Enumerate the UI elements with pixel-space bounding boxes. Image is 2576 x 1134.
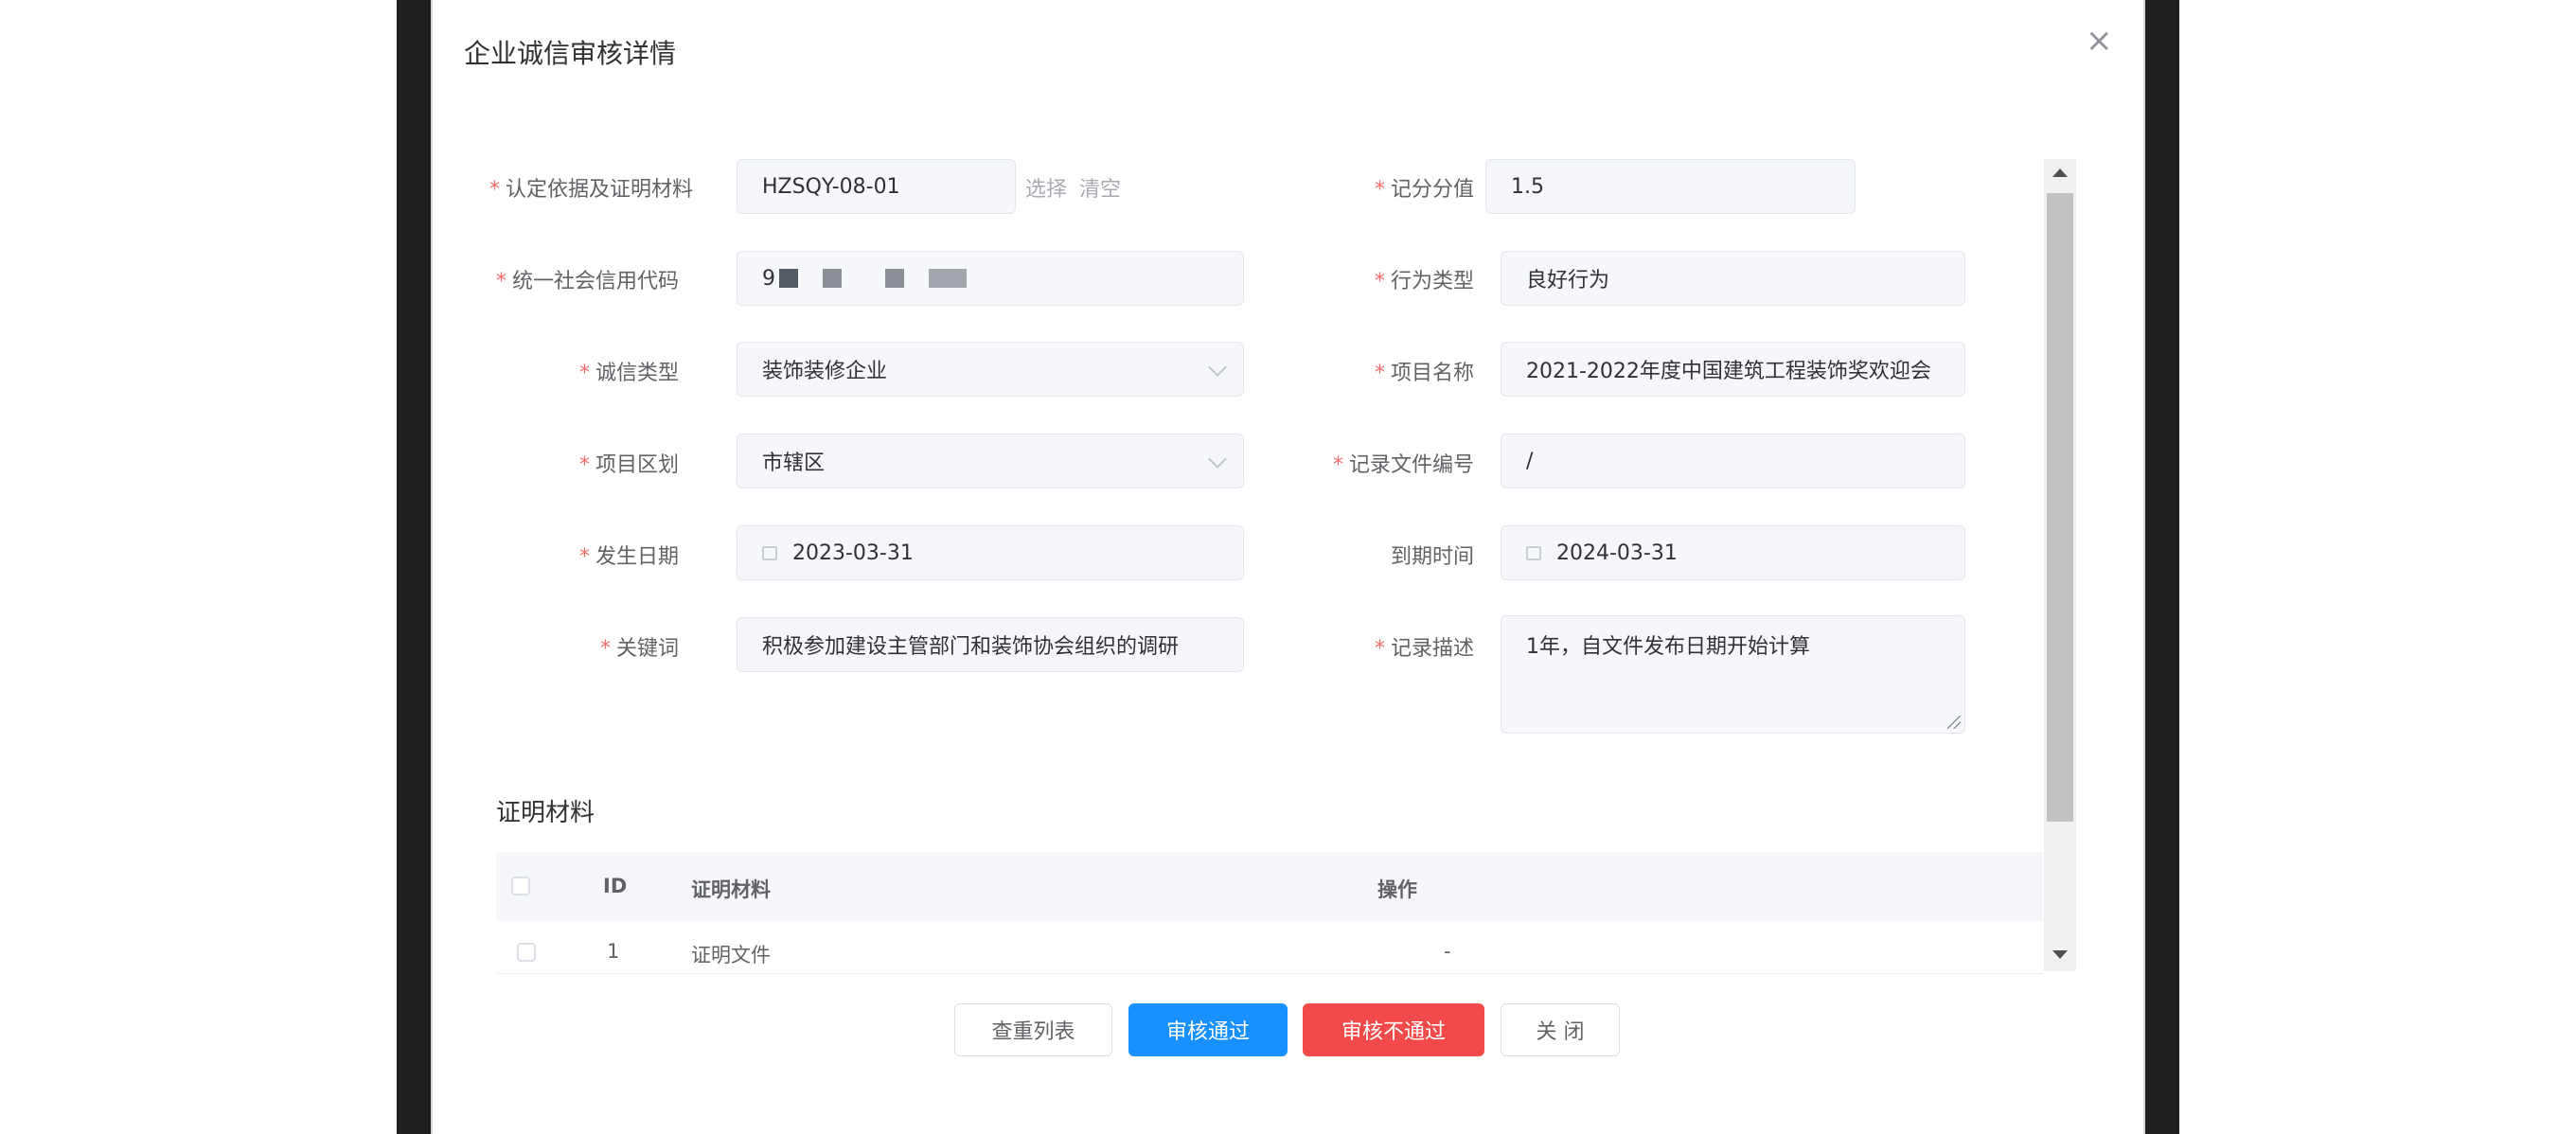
dialog-title: 企业诚信审核详情 xyxy=(464,38,677,69)
behavior-type-label: * 行为类型 xyxy=(1374,270,1474,293)
select-basis-button[interactable]: 选择 xyxy=(1025,172,1067,203)
column-header-id: ID xyxy=(603,875,628,897)
reject-button[interactable]: 审核不通过 xyxy=(1303,1003,1484,1056)
credit-code-field[interactable]: 9 xyxy=(737,251,1244,306)
row-id: 1 xyxy=(607,940,620,963)
keyword-label: * 关键词 xyxy=(599,637,679,661)
row-action: - xyxy=(1444,940,1451,963)
select-all-checkbox[interactable] xyxy=(511,877,530,895)
redacted-block xyxy=(823,269,842,288)
close-icon[interactable]: × xyxy=(2086,25,2113,57)
row-checkbox[interactable] xyxy=(517,943,536,962)
window-frame-right xyxy=(2145,0,2179,1134)
chevron-down-icon xyxy=(1208,450,1227,469)
project-name-field[interactable]: 2021-2022年度中国建筑工程装饰奖欢迎会 xyxy=(1501,342,1965,397)
table-row: 1 证明文件 - xyxy=(496,921,2043,974)
record-desc-label: * 记录描述 xyxy=(1374,637,1474,661)
chevron-down-icon xyxy=(1208,358,1227,377)
district-label: * 项目区划 xyxy=(578,453,679,477)
score-label: * 记分分值 xyxy=(1374,178,1474,202)
materials-table-header: ID 证明材料 操作 xyxy=(496,852,2043,921)
redacted-block xyxy=(885,269,904,288)
record-file-no-field[interactable]: / xyxy=(1501,434,1965,488)
expire-date-picker[interactable]: 2024-03-31 xyxy=(1501,525,1965,580)
occur-date-picker[interactable]: 2023-03-31 xyxy=(737,525,1244,580)
calendar-icon xyxy=(762,545,777,560)
record-file-no-label: * 记录文件编号 xyxy=(1332,453,1474,477)
close-button[interactable]: 关 闭 xyxy=(1501,1003,1620,1056)
calendar-icon xyxy=(1526,545,1541,560)
behavior-type-field[interactable]: 良好行为 xyxy=(1501,251,1965,306)
window-frame-left xyxy=(397,0,431,1134)
scroll-up-arrow-icon[interactable] xyxy=(2052,168,2068,177)
basis-label: * 认定依据及证明材料 xyxy=(489,178,694,202)
record-desc-textarea[interactable]: 1年，自文件发布日期开始计算 xyxy=(1501,615,1965,734)
scroll-down-arrow-icon[interactable] xyxy=(2052,950,2068,959)
credit-code-label: * 统一社会信用代码 xyxy=(495,270,679,293)
row-material-name: 证明文件 xyxy=(691,944,771,966)
materials-section-title: 证明材料 xyxy=(496,799,595,827)
credit-type-select[interactable]: 装饰装修企业 xyxy=(737,342,1244,397)
column-header-action: 操作 xyxy=(1377,878,1417,901)
keyword-field[interactable]: 积极参加建设主管部门和装饰协会组织的调研 xyxy=(737,617,1244,672)
redacted-block xyxy=(779,269,798,288)
duplicate-check-button[interactable]: 查重列表 xyxy=(954,1003,1112,1056)
redacted-block xyxy=(929,269,967,288)
approve-button[interactable]: 审核通过 xyxy=(1128,1003,1288,1056)
expire-date-label: 到期时间 xyxy=(1390,545,1474,569)
resize-handle-icon[interactable] xyxy=(1947,716,1961,729)
column-header-material: 证明材料 xyxy=(691,878,771,901)
score-field[interactable]: 1.5 xyxy=(1485,159,1856,214)
basis-field[interactable]: HZSQY-08-01 xyxy=(737,159,1016,214)
project-name-label: * 项目名称 xyxy=(1374,362,1474,385)
clear-basis-button[interactable]: 清空 xyxy=(1079,172,1121,203)
scrollbar-thumb[interactable] xyxy=(2047,193,2073,822)
credit-review-dialog: 企业诚信审核详情 × * 认定依据及证明材料 HZSQY-08-01 选择 清空 … xyxy=(433,0,2143,1134)
credit-type-label: * 诚信类型 xyxy=(578,362,679,385)
district-select[interactable]: 市辖区 xyxy=(737,434,1244,488)
occur-date-label: * 发生日期 xyxy=(578,545,679,569)
window-frame-right-edge xyxy=(2143,0,2145,1134)
